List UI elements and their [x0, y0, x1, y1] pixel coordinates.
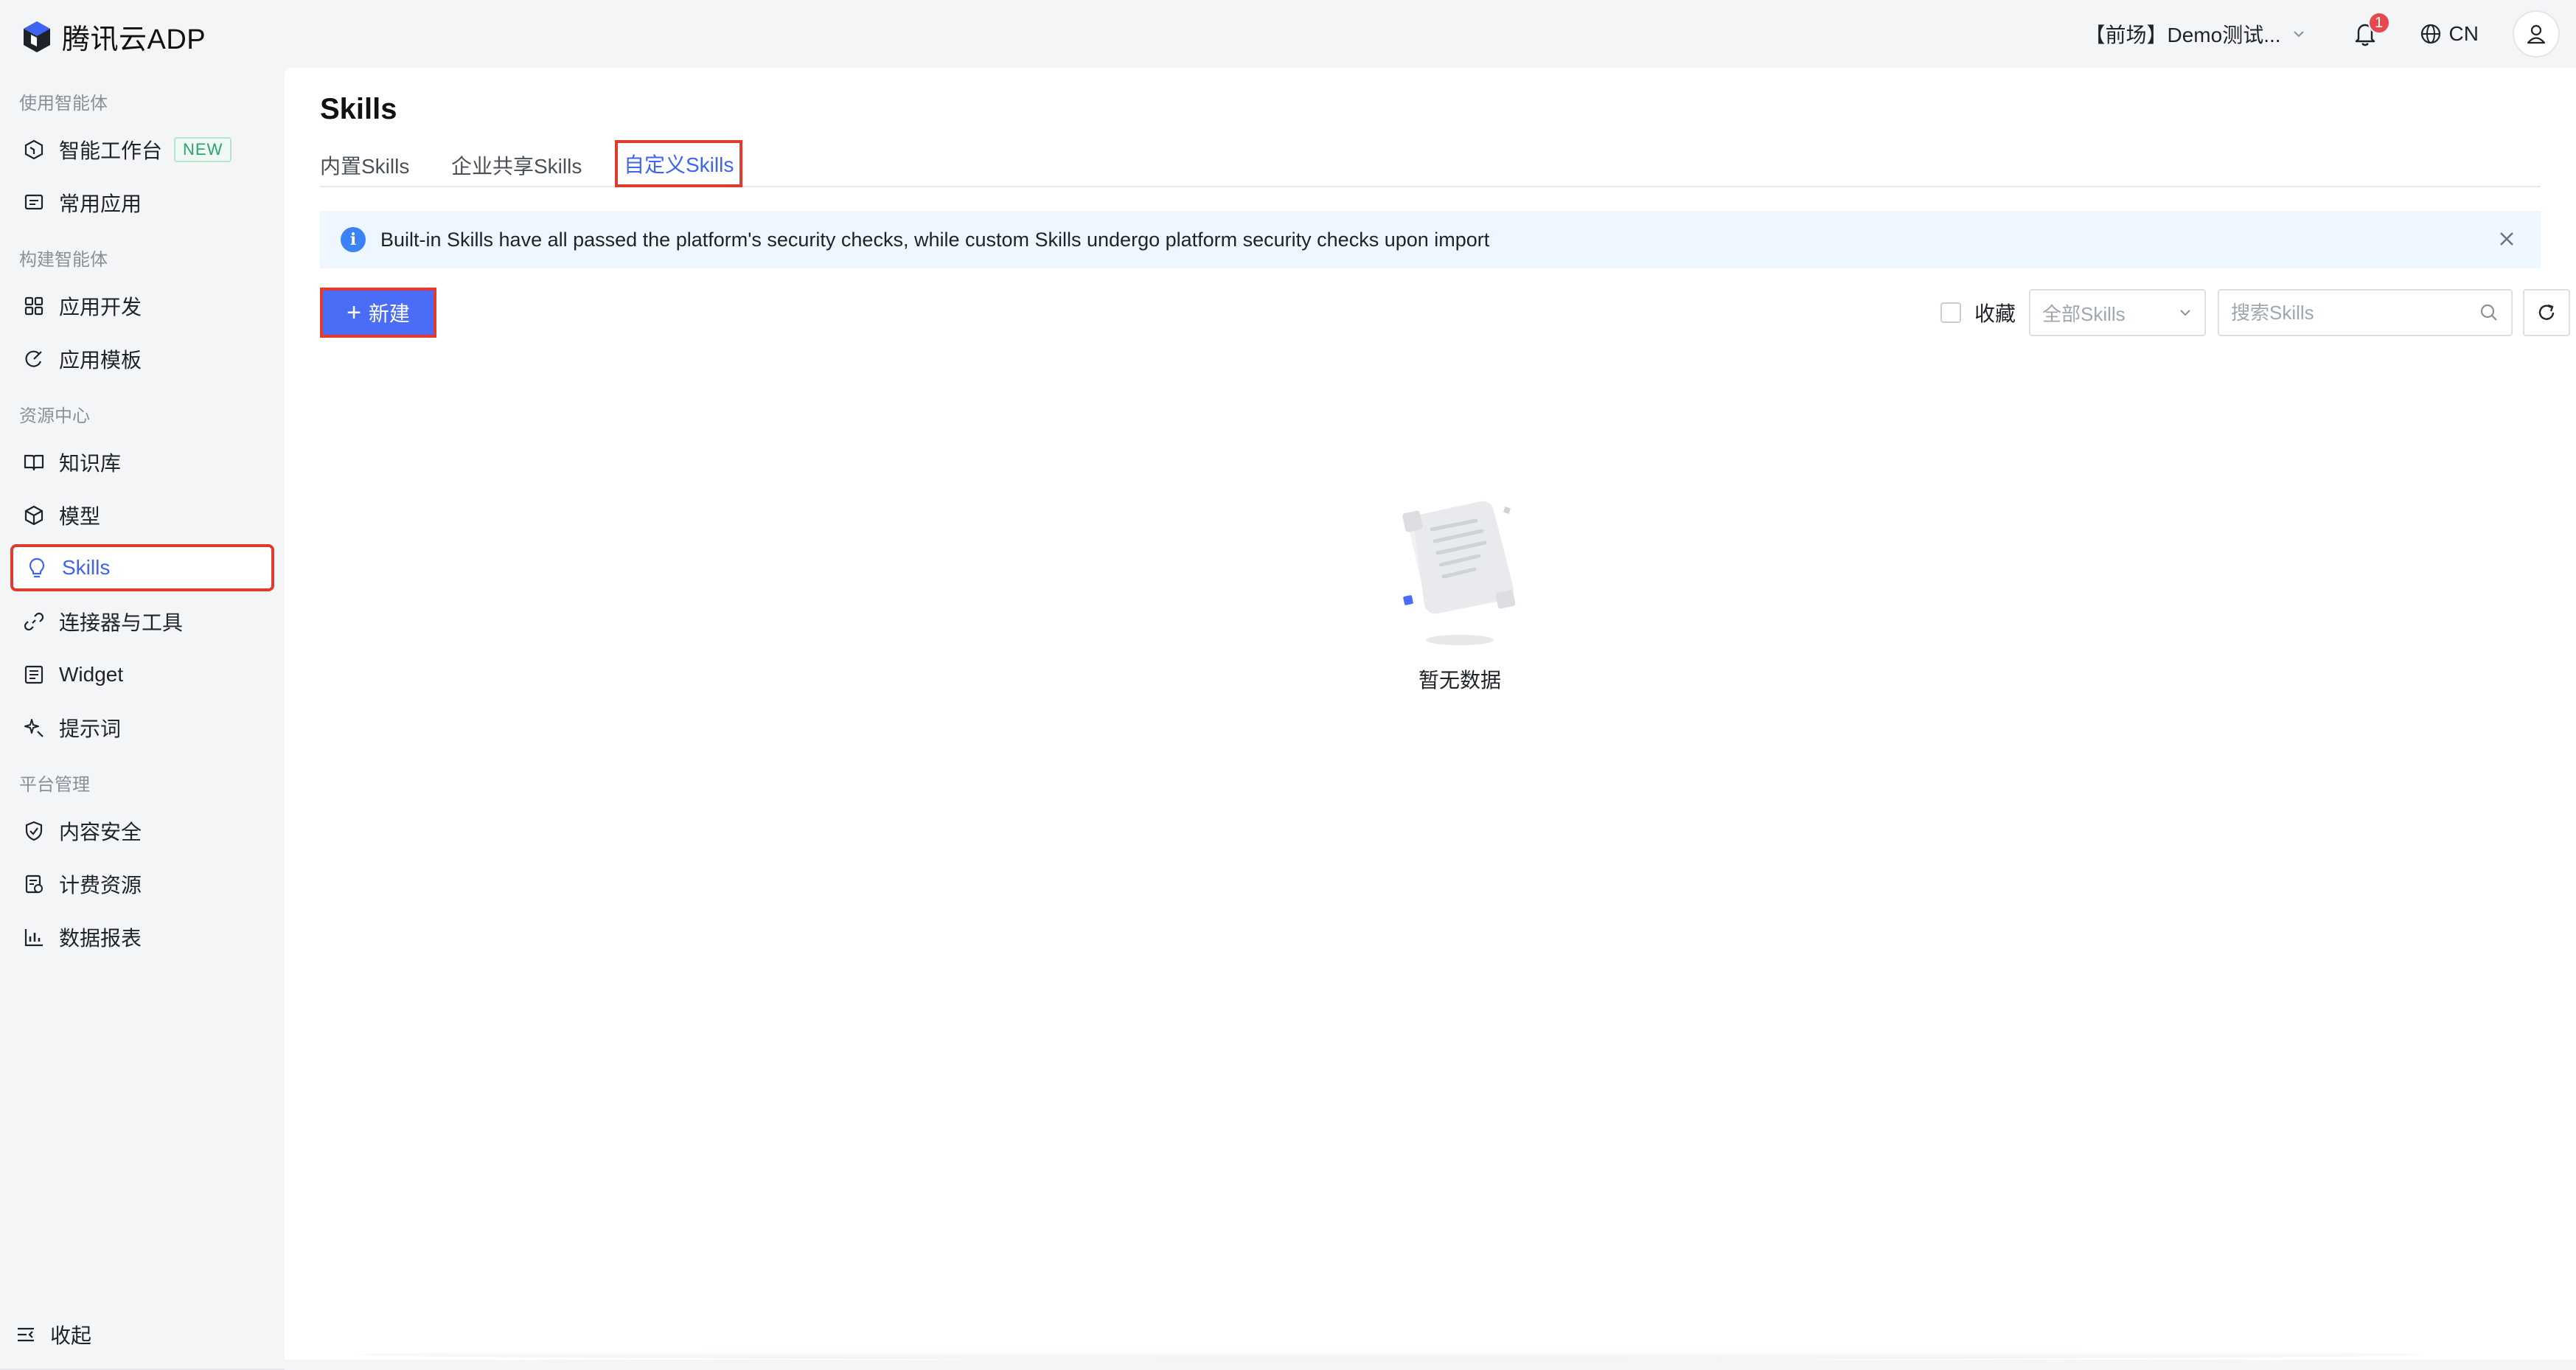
brand-logo[interactable]: 腾讯云ADP: [21, 16, 206, 57]
project-name: 【前场】Demo测试...: [2084, 24, 2281, 46]
sidebar-item-label: 常用应用: [59, 192, 142, 215]
sidebar-item-workbench[interactable]: 智能工作台 NEW: [10, 127, 273, 173]
sidebar-item-label: 智能工作台: [59, 139, 163, 162]
alert-text: Built-in Skills have all passed the plat…: [380, 228, 1490, 251]
tab-custom-skills[interactable]: 自定义Skills: [615, 140, 743, 187]
sidebar-item-label: Skills: [62, 556, 111, 579]
sidebar-item-label: 模型: [59, 505, 101, 528]
favorite-checkbox[interactable]: [1940, 302, 1961, 323]
sidebar-item-models[interactable]: 模型: [10, 493, 273, 538]
sidebar-collapse-button[interactable]: 收起: [15, 1320, 91, 1349]
shield-icon: [21, 818, 47, 844]
sidebar-item-label: 应用开发: [59, 296, 142, 319]
main-content: Skills 内置Skills 企业共享Skills 自定义Skills i B…: [285, 68, 2576, 1360]
chevron-down-icon: [2180, 310, 2190, 316]
sidebar-item-label: 提示词: [59, 717, 122, 740]
sidebar-item-app-templates[interactable]: 应用模板: [10, 336, 273, 382]
collapse-label: 收起: [50, 1324, 92, 1347]
cube-icon: [21, 502, 47, 529]
plus-icon: +: [347, 299, 361, 327]
notification-badge: 1: [2367, 12, 2390, 34]
tab-enterprise-shared-skills[interactable]: 企业共享Skills: [451, 145, 582, 186]
security-info-alert: i Built-in Skills have all passed the pl…: [320, 211, 2541, 268]
sidebar: 使用智能体 智能工作台 NEW 常用应用 构建智能体 应用开发 应用模板 资源中…: [0, 68, 285, 1370]
sidebar-item-content-security[interactable]: 内容安全: [10, 808, 273, 854]
new-badge: NEW: [174, 137, 232, 162]
sidebar-item-reports[interactable]: 数据报表: [10, 914, 273, 960]
skills-tabs: 内置Skills 企业共享Skills 自定义Skills: [320, 140, 2541, 187]
sparkle-icon: [21, 714, 47, 741]
language-label: CN: [2448, 22, 2479, 45]
refresh-icon: [2538, 304, 2555, 320]
sidebar-item-skills[interactable]: Skills: [10, 544, 274, 591]
sidebar-item-label: 连接器与工具: [59, 611, 184, 634]
sidebar-section-title: 使用智能体: [19, 94, 108, 114]
sidebar-item-prompts[interactable]: 提示词: [10, 705, 273, 751]
chevron-down-icon: [2293, 31, 2304, 38]
new-button-label: 新建: [368, 302, 410, 325]
sidebar-item-knowledge-base[interactable]: 知识库: [10, 439, 273, 485]
sidebar-item-connectors[interactable]: 连接器与工具: [10, 599, 273, 644]
language-switch[interactable]: CN: [2420, 22, 2479, 46]
close-icon[interactable]: [2495, 227, 2518, 251]
sidebar-item-label: 内容安全: [59, 821, 142, 844]
filter-selected-value: 全部Skills: [2042, 302, 2126, 325]
page-title: Skills: [320, 93, 397, 125]
lightbulb-icon: [24, 554, 50, 581]
refresh-button[interactable]: [2523, 289, 2570, 336]
favorite-label: 收藏: [1974, 302, 2016, 325]
sidebar-item-label: Widget: [59, 663, 124, 686]
skills-filter-select[interactable]: 全部Skills: [2029, 289, 2206, 336]
brand-name: 腾讯云ADP: [62, 24, 206, 55]
empty-scroll-illustration: [1402, 501, 1516, 645]
billing-icon: [21, 871, 47, 897]
favorite-filter[interactable]: 收藏: [1940, 298, 2016, 327]
collapse-icon: [18, 1327, 34, 1342]
project-selector[interactable]: 【前场】Demo测试...: [2085, 19, 2306, 49]
empty-state: 暂无数据: [1371, 496, 1548, 694]
sidebar-item-label: 应用模板: [59, 349, 142, 372]
sidebar-item-label: 知识库: [59, 452, 122, 475]
link-icon: [21, 608, 47, 635]
message-square-icon: [21, 189, 47, 216]
book-open-icon: [21, 449, 47, 476]
user-icon: [2527, 24, 2546, 44]
info-icon: i: [341, 227, 366, 252]
sidebar-section-title: 平台管理: [19, 775, 90, 795]
notification-button[interactable]: 1: [2350, 12, 2390, 50]
search-icon[interactable]: [2479, 302, 2499, 323]
sidebar-item-common-apps[interactable]: 常用应用: [10, 180, 273, 226]
search-box: [2218, 289, 2513, 336]
bottom-shadow: [358, 1349, 2423, 1360]
empty-state-text: 暂无数据: [1418, 669, 1501, 692]
tab-builtin-skills[interactable]: 内置Skills: [320, 145, 409, 186]
sidebar-item-widget[interactable]: Widget: [10, 652, 273, 698]
toolbar-right: 收藏 全部Skills: [1940, 288, 2576, 338]
workbench-icon: [21, 136, 47, 163]
sidebar-item-label: 计费资源: [59, 874, 142, 897]
sidebar-item-app-dev[interactable]: 应用开发: [10, 283, 273, 329]
globe-icon: [2420, 24, 2440, 44]
sidebar-item-label: 数据报表: [59, 927, 142, 950]
bar-chart-icon: [21, 924, 47, 950]
template-icon: [21, 346, 47, 372]
new-skill-button[interactable]: + 新建: [320, 288, 436, 338]
adp-logo-icon: [24, 21, 50, 52]
top-bar: 腾讯云ADP 【前场】Demo测试... 1 CN: [0, 0, 2576, 68]
widget-icon: [21, 661, 47, 688]
user-avatar-button[interactable]: [2513, 10, 2560, 58]
search-input[interactable]: [2231, 301, 2479, 324]
sidebar-section-title: 资源中心: [19, 406, 90, 426]
sidebar-section-title: 构建智能体: [19, 250, 108, 270]
sidebar-item-billing[interactable]: 计费资源: [10, 861, 273, 907]
grid-icon: [21, 293, 47, 319]
